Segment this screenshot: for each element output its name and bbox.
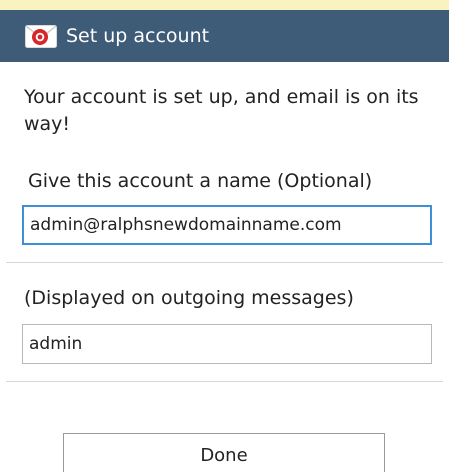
account-name-input[interactable] (24, 207, 430, 243)
setup-account-screen: Set up account Your account is set up, a… (0, 0, 449, 472)
header-title: Set up account (66, 25, 210, 47)
done-button[interactable]: Done (63, 433, 385, 472)
setup-complete-message: Your account is set up, and email is on … (24, 86, 419, 135)
section-divider (6, 262, 443, 263)
top-strip (0, 0, 449, 10)
email-app-icon (25, 25, 57, 48)
action-bar: Set up account (0, 10, 449, 62)
account-name-label: Give this account a name (Optional) (28, 170, 373, 192)
account-name-field-container (22, 205, 432, 245)
display-name-input[interactable] (23, 325, 431, 363)
section-divider (6, 381, 443, 382)
display-name-field-container (22, 324, 432, 364)
display-name-label: (Displayed on outgoing messages) (24, 287, 354, 309)
